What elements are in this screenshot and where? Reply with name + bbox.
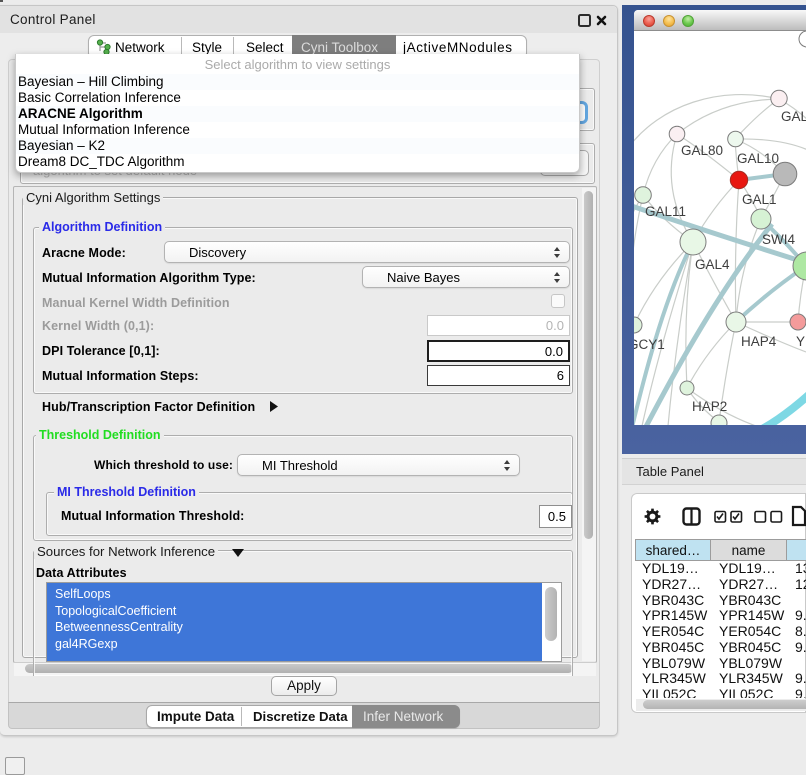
svg-text:SWI4: SWI4 bbox=[762, 232, 795, 247]
svg-text:GAL10: GAL10 bbox=[737, 151, 779, 166]
svg-text:HAP4: HAP4 bbox=[741, 334, 777, 349]
svg-text:HAP2: HAP2 bbox=[692, 399, 727, 414]
svg-text:GAL80: GAL80 bbox=[681, 143, 723, 158]
svg-text:GAL1: GAL1 bbox=[742, 192, 777, 207]
svg-text:GAL4: GAL4 bbox=[695, 257, 730, 272]
svg-text:Y: Y bbox=[796, 334, 805, 349]
svg-text:GAL: GAL bbox=[781, 109, 806, 124]
svg-text:GAL11: GAL11 bbox=[645, 204, 686, 219]
svg-text:GCY1: GCY1 bbox=[634, 337, 665, 352]
